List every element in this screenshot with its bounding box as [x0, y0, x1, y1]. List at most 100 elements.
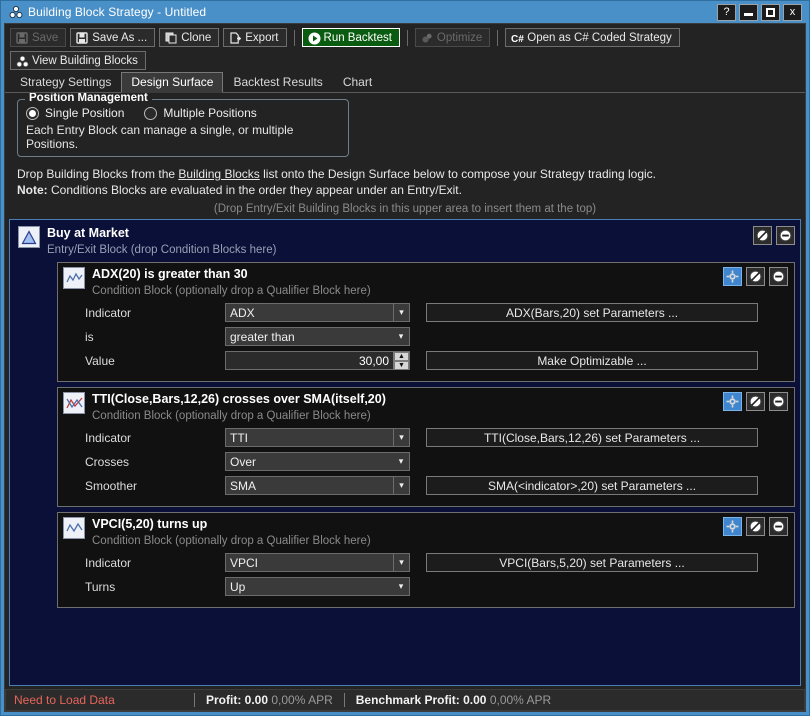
condition-blocks-container[interactable]: ADX(20) is greater than 30 Condition Blo… [57, 262, 795, 685]
maximize-button[interactable] [761, 3, 780, 21]
tab-design-surface[interactable]: Design Surface [121, 72, 224, 93]
design-surface[interactable]: Buy at Market Entry/Exit Block (drop Con… [9, 219, 801, 686]
tab-chart[interactable]: Chart [332, 72, 383, 92]
remove-block-button[interactable] [769, 267, 788, 286]
remove-block-button[interactable] [769, 517, 788, 536]
disable-block-button[interactable] [746, 517, 765, 536]
title-bar: Building Block Strategy - Untitled ? x [4, 1, 806, 23]
field-label: Value [85, 353, 115, 368]
field-label: is [85, 329, 94, 344]
field-row: Value 30,00 ▲ ▼ Make Optimizable ... [63, 351, 788, 370]
make-optimizable-button[interactable]: Make Optimizable ... [426, 351, 758, 370]
chevron-down-icon: ▾ [393, 429, 409, 446]
view-building-blocks-button[interactable]: View Building Blocks [10, 51, 146, 70]
optimize-icon [421, 32, 433, 44]
field-row: Smoother SMA ▾ SMA(<indicator>,20) set P… [63, 476, 788, 495]
disable-block-button[interactable] [746, 267, 765, 286]
radio-multiple-positions[interactable] [144, 106, 158, 120]
remove-block-button[interactable] [776, 226, 795, 245]
entry-block-subtitle: Entry/Exit Block (drop Condition Blocks … [47, 244, 277, 256]
condition-block[interactable]: ADX(20) is greater than 30 Condition Blo… [57, 262, 795, 382]
field-label: Smoother [85, 478, 138, 493]
condition-block[interactable]: VPCI(5,20) turns up Condition Block (opt… [57, 512, 795, 608]
building-blocks-link[interactable]: Building Blocks [178, 167, 259, 181]
close-button[interactable]: x [783, 3, 802, 21]
tab-backtest-results[interactable]: Backtest Results [223, 72, 333, 92]
entry-block[interactable]: Buy at Market Entry/Exit Block (drop Con… [10, 220, 800, 685]
secondary-toolbar: View Building Blocks [5, 47, 805, 73]
set-parameters-button[interactable]: SMA(<indicator>,20) set Parameters ... [426, 476, 758, 495]
maximize-icon [766, 7, 775, 17]
window-controls: ? x [717, 3, 806, 21]
condition-block-titles: VPCI(5,20) turns up Condition Block (opt… [92, 517, 716, 547]
tab-strategy-settings[interactable]: Strategy Settings [10, 72, 122, 92]
stepper-down-icon[interactable]: ▼ [394, 361, 409, 370]
radio-multiple-positions-label: Multiple Positions [163, 106, 257, 120]
value-stepper-value: 30,00 [358, 353, 389, 368]
value-stepper-buttons[interactable]: ▲ ▼ [393, 352, 409, 370]
minimize-button[interactable] [739, 3, 758, 21]
note-label: Note: [17, 183, 48, 197]
waveform-icon [63, 517, 85, 539]
run-backtest-button[interactable]: Run Backtest [301, 28, 400, 47]
crosses-combo[interactable]: Over ▾ [225, 452, 410, 471]
disable-block-button[interactable] [753, 226, 772, 245]
set-parameters-button[interactable]: TTI(Close,Bars,12,26) set Parameters ... [426, 428, 758, 447]
profit-label: Profit: [206, 693, 242, 707]
minus-circle-icon [772, 270, 785, 283]
settings-button[interactable] [723, 267, 742, 286]
value-stepper[interactable]: 30,00 ▲ ▼ [225, 351, 410, 370]
profit-status: Profit: 0.00 0,00% APR [195, 693, 344, 707]
help-button[interactable]: ? [717, 3, 736, 21]
settings-button[interactable] [723, 517, 742, 536]
toolbar-separator [293, 29, 295, 46]
disable-block-button[interactable] [746, 392, 765, 411]
profit-apr: 0,00% APR [271, 693, 333, 707]
indicator-combo[interactable]: VPCI ▾ [225, 553, 410, 572]
export-button[interactable]: Export [223, 28, 287, 47]
save-as-button[interactable]: Save As ... [70, 28, 156, 47]
open-csharp-button[interactable]: C# Open as C# Coded Strategy [505, 28, 680, 47]
radio-single-position[interactable] [26, 106, 39, 120]
condition-block-title: TTI(Close,Bars,12,26) crosses over SMA(i… [92, 392, 386, 406]
set-parameters-button[interactable]: ADX(Bars,20) set Parameters ... [426, 303, 758, 322]
waveform-icon [63, 267, 85, 289]
instructions-line-1: Drop Building Blocks from the Building B… [17, 166, 805, 182]
indicator-combo[interactable]: ADX ▾ [225, 303, 410, 322]
condition-block-buttons [723, 267, 788, 286]
turns-combo[interactable]: Up ▾ [225, 577, 410, 596]
settings-button[interactable] [723, 392, 742, 411]
smoother-combo[interactable]: SMA ▾ [225, 476, 410, 495]
chevron-down-icon: ▾ [398, 581, 404, 591]
entry-block-header: Buy at Market Entry/Exit Block (drop Con… [15, 224, 795, 256]
field-label: Indicator [85, 555, 132, 570]
condition-block-subtitle: Condition Block (optionally drop a Quali… [92, 285, 371, 297]
entry-block-buttons [753, 226, 795, 245]
field-label: Turns [85, 579, 116, 594]
chevron-down-icon: ▾ [393, 477, 409, 494]
no-entry-icon [756, 229, 769, 242]
no-entry-icon [749, 395, 762, 408]
remove-block-button[interactable] [769, 392, 788, 411]
field-row: Indicator ADX ▾ ADX(Bars,20) set Paramet… [63, 303, 788, 322]
condition-block[interactable]: TTI(Close,Bars,12,26) crosses over SMA(i… [57, 387, 795, 507]
field-label: Indicator [85, 430, 132, 445]
comparison-combo[interactable]: greater than ▾ [225, 327, 410, 346]
field-row: is greater than ▾ [63, 327, 788, 346]
save-button[interactable]: Save [10, 28, 67, 47]
set-parameters-button[interactable]: VPCI(Bars,5,20) set Parameters ... [426, 553, 758, 572]
crosses-combo-value: Over [230, 454, 257, 469]
field-label: Crosses [85, 454, 130, 469]
condition-block-buttons [723, 517, 788, 536]
indicator-combo-value: TTI [230, 430, 248, 445]
condition-block-titles: ADX(20) is greater than 30 Condition Blo… [92, 267, 716, 297]
instructions-line1-suffix: list onto the Design Surface below to co… [259, 167, 656, 181]
optimize-button[interactable]: Optimize [414, 28, 491, 47]
clone-button[interactable]: Clone [159, 28, 220, 47]
clone-label: Clone [181, 31, 212, 44]
instructions-text: Drop Building Blocks from the Building B… [5, 157, 805, 198]
indicator-combo[interactable]: TTI ▾ [225, 428, 410, 447]
indicator-combo-value: VPCI [230, 555, 259, 570]
stepper-up-icon[interactable]: ▲ [394, 352, 409, 361]
gear-icon [726, 520, 739, 533]
